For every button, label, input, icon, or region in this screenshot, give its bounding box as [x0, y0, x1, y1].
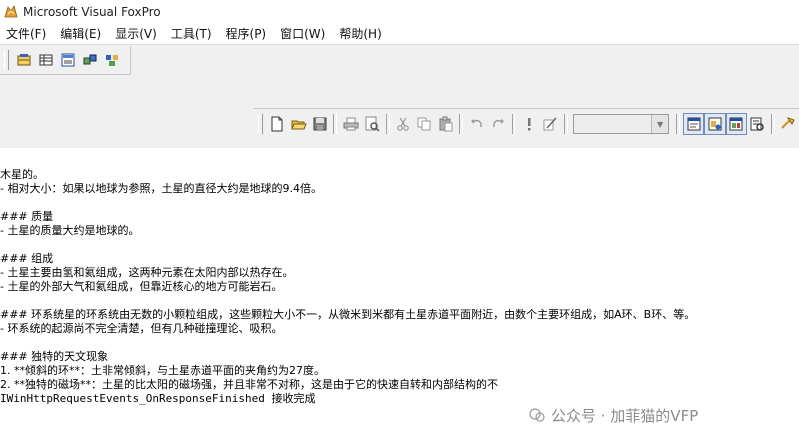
toolbar-separator — [563, 114, 568, 134]
toolbar-separator — [676, 114, 681, 134]
new-icon[interactable] — [267, 113, 288, 135]
form-designer-icon[interactable] — [13, 49, 35, 71]
form-designer-toolbar — [0, 46, 131, 75]
run-icon[interactable] — [518, 113, 539, 135]
output-line: ### 环系统星的环系统由无数的小颗粒组成，这些颗粒大小不一，从微米到米都有土星… — [0, 308, 696, 321]
database-combo[interactable]: ▼ — [572, 114, 670, 134]
output-line: 木星的。 — [0, 168, 44, 181]
menu-bar: 文件(F) 编辑(E) 显示(V) 工具(T) 程序(P) 窗口(W) 帮助(H… — [0, 24, 799, 44]
menu-help[interactable]: 帮助(H) — [332, 24, 388, 44]
menu-window[interactable]: 窗口(W) — [273, 24, 332, 44]
output-line: - 相对大小：如果以地球为参照，土星的直径大约是地球的9.4倍。 — [0, 182, 322, 195]
open-icon[interactable] — [288, 113, 309, 135]
toolbar-separator — [770, 114, 775, 134]
modify-icon[interactable] — [540, 113, 561, 135]
chevron-down-icon[interactable]: ▼ — [651, 115, 669, 133]
output-line: - 环系统的起源尚不完全清楚，但有几种碰撞理论、吸积。 — [0, 322, 283, 335]
menu-program[interactable]: 程序(P) — [219, 24, 274, 44]
toolbar-grip[interactable] — [4, 50, 9, 70]
print-preview-icon[interactable] — [362, 113, 383, 135]
browse-icon[interactable] — [35, 49, 57, 71]
menu-edit[interactable]: 编辑(E) — [53, 24, 108, 44]
toolbar-grip[interactable] — [258, 114, 263, 134]
data-session-window-icon[interactable] — [704, 113, 726, 135]
watermark-text: 公众号 · 加菲猫的VFP — [551, 406, 699, 425]
redo-icon[interactable] — [487, 113, 508, 135]
menu-view[interactable]: 显示(V) — [108, 24, 164, 44]
code-icon[interactable] — [747, 113, 768, 135]
save-icon[interactable] — [309, 113, 330, 135]
toolbar-separator — [333, 114, 338, 134]
help-icon[interactable] — [778, 113, 799, 135]
undo-icon[interactable] — [466, 113, 487, 135]
menu-tools[interactable]: 工具(T) — [164, 24, 219, 44]
command-window-icon[interactable] — [683, 113, 705, 135]
output-line: ### 独特的天文现象 — [0, 350, 109, 363]
window-title: Microsoft Visual FoxPro — [23, 5, 161, 19]
output-line: ### 组成 — [0, 252, 54, 265]
menu-file[interactable]: 文件(F) — [0, 24, 53, 44]
watermark: 公众号 · 加菲猫的VFP — [529, 403, 698, 427]
toolbar-separator — [511, 114, 516, 134]
output-line: - 土星主要由氢和氦组成，这两种元素在太阳内部以热存在。 — [0, 266, 294, 279]
output-line: - 土星的质量大约是地球的。 — [0, 224, 140, 237]
project-manager-icon[interactable] — [101, 49, 123, 71]
report-icon[interactable] — [57, 49, 79, 71]
toolbar-dock: ▼ — [0, 44, 799, 148]
toolbar-separator — [459, 114, 464, 134]
wechat-icon — [529, 408, 545, 422]
toolbar-separator — [385, 114, 390, 134]
cut-icon[interactable] — [393, 113, 414, 135]
copy-icon[interactable] — [414, 113, 435, 135]
data-session-icon[interactable] — [79, 49, 101, 71]
output-line: - 土星的外部大气和氦组成，但靠近核心的地方可能岩石。 — [0, 280, 283, 293]
foxpro-app-icon[interactable] — [3, 4, 19, 20]
standard-toolbar: ▼ — [254, 108, 799, 139]
output-line: ### 质量 — [0, 210, 54, 223]
paste-icon[interactable] — [435, 113, 456, 135]
output-line: IWinHttpRequestEvents_OnResponseFinished… — [0, 392, 316, 405]
print-icon[interactable] — [340, 113, 361, 135]
output-line: 1. **倾斜的环**：土非常倾斜，与土星赤道平面的夹角约为27度。 — [0, 364, 325, 377]
title-bar: Microsoft Visual FoxPro — [0, 0, 799, 24]
output-line: 2. **独特的磁场**：土星的比太阳的磁场强，并且非常不对称，这是由于它的快速… — [0, 378, 498, 391]
properties-icon[interactable] — [725, 113, 747, 135]
